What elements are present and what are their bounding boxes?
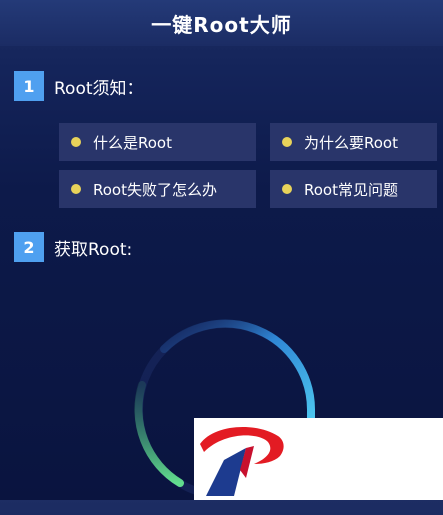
ring-arc-green xyxy=(134,381,184,487)
faq-label: 什么是Root xyxy=(93,133,172,152)
watermark-card xyxy=(194,418,443,500)
ring-arc-blue xyxy=(160,319,316,427)
bullet-dot-icon xyxy=(71,137,81,147)
faq-root-failed-button[interactable]: Root失败了怎么办 xyxy=(59,170,256,208)
section-title: Root须知： xyxy=(54,78,144,99)
step-number-badge: 1 xyxy=(14,71,44,101)
faq-label: Root常见问题 xyxy=(304,180,398,199)
section-root-notes: 1 Root须知： xyxy=(14,71,144,101)
faq-what-is-root-button[interactable]: 什么是Root xyxy=(59,123,256,161)
faq-why-root-button[interactable]: 为什么要Root xyxy=(270,123,437,161)
faq-label: 为什么要Root xyxy=(304,133,398,152)
bullet-dot-icon xyxy=(282,137,292,147)
section-title: 获取Root: xyxy=(54,239,133,260)
logo-icon xyxy=(200,426,284,496)
step-number-badge: 2 xyxy=(14,232,44,262)
bullet-dot-icon xyxy=(71,184,81,194)
app-title-bar: 一键Root大师 xyxy=(0,0,443,46)
section-get-root: 2 获取Root: xyxy=(14,232,132,262)
app-title: 一键Root大师 xyxy=(151,12,292,37)
faq-root-common-issues-button[interactable]: Root常见问题 xyxy=(270,170,437,208)
faq-label: Root失败了怎么办 xyxy=(93,180,217,199)
bullet-dot-icon xyxy=(282,184,292,194)
